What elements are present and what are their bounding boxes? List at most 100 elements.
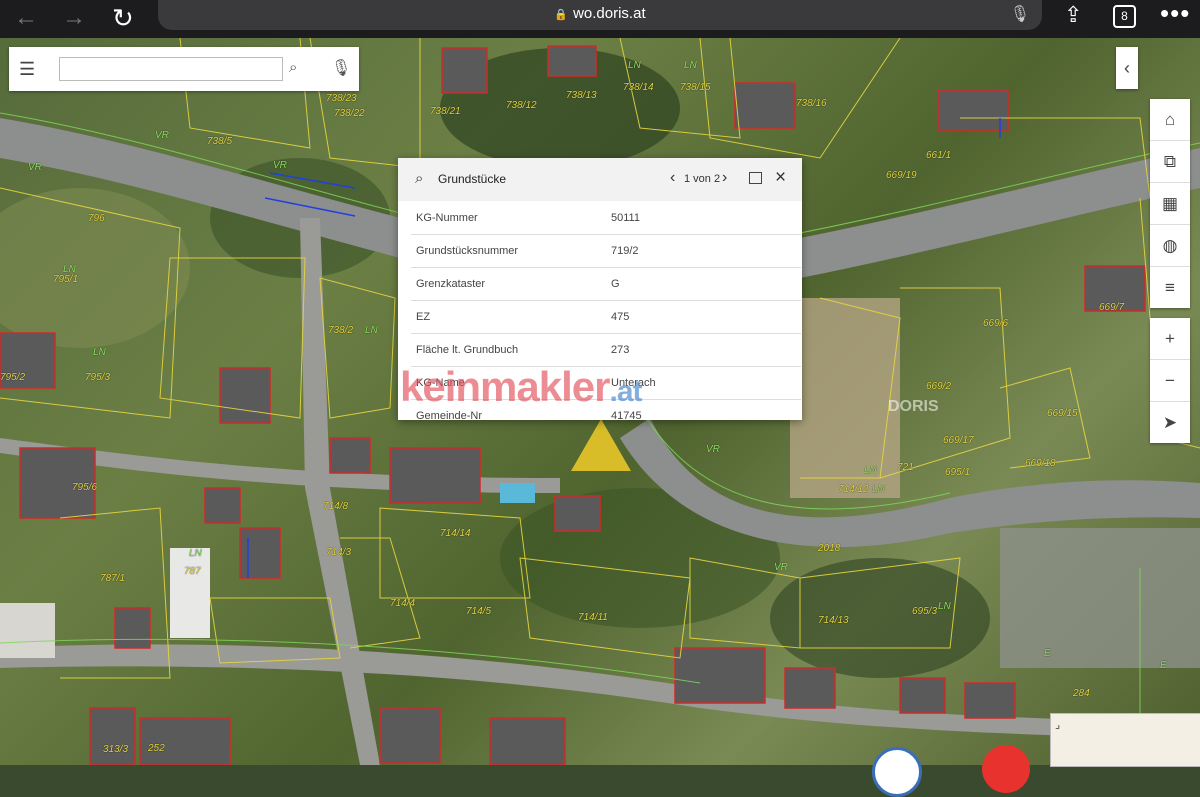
popup-pointer [571, 419, 631, 471]
search-icon: ⌕ [415, 170, 424, 187]
action-button[interactable] [982, 745, 1030, 793]
hamburger-icon[interactable]: ☰ [19, 59, 35, 80]
attribute-key: Grenzkataster [416, 278, 486, 290]
parcel-label: 787/1 [100, 573, 126, 584]
arrow-right-icon[interactable]: → [62, 4, 86, 32]
landuse-label: LN [365, 325, 378, 336]
landuse-label: LN [63, 264, 76, 275]
chevron-left-icon[interactable]: ‹ [1116, 47, 1138, 89]
microphone-icon[interactable]: 🎙 [1010, 4, 1030, 24]
plus-icon[interactable]: + [1150, 318, 1190, 360]
watermark-tld: .at [609, 375, 642, 408]
list-icon[interactable]: ≡ [1150, 267, 1190, 308]
landuse-label: LN [628, 60, 641, 71]
parcel-label: 252 [148, 743, 165, 754]
landuse-label: LN [93, 347, 106, 358]
url-text: wo.doris.at [573, 5, 646, 22]
share-icon[interactable]: ⇪ [1064, 2, 1082, 28]
parcel-label: 721 [897, 462, 914, 473]
overview-map[interactable] [1050, 713, 1200, 767]
parcel-label: 714/12 [838, 484, 869, 495]
overview-toggle-icon[interactable]: ⌟ [1055, 718, 1060, 731]
parcel-label: 738/13 [566, 90, 597, 101]
landuse-label: E [1044, 648, 1051, 659]
microphone-icon[interactable]: 🎙 [331, 58, 351, 78]
attribute-key: KG-Nummer [416, 212, 478, 224]
attribute-key: Grundstücksnummer [416, 245, 519, 257]
parcel-label: 669/18 [1025, 458, 1056, 469]
attribute-value: 41745 [611, 410, 642, 420]
parcel-label: 738/15 [680, 82, 711, 93]
watermark: keinmakler.at [400, 363, 643, 411]
parcel-label: 714/3 [326, 547, 352, 558]
attribute-value: 273 [611, 344, 630, 356]
parcel-label: 796 [88, 213, 105, 224]
parcel-label: 738/2 [328, 325, 354, 336]
watermark-brand: keinmakler [400, 363, 610, 410]
popup-header: ⌕ Grundstücke ‹ 1 von 2 › × [398, 158, 802, 201]
chevron-left-icon[interactable]: ‹ [670, 169, 675, 187]
parcel-label: 669/7 [1099, 302, 1125, 313]
parcel-label: 669/6 [983, 318, 1009, 329]
parcel-label: 714/5 [466, 606, 492, 617]
parcel-label: 669/15 [1047, 408, 1078, 419]
landuse-label: VR [273, 160, 287, 171]
parcel-label: 795/1 [53, 274, 79, 285]
parcel-label: 787 [184, 566, 201, 577]
basemap-icon[interactable]: ▦ [1150, 183, 1190, 225]
parcel-label: 714/13 [818, 615, 849, 626]
pager: 1 von 2 [684, 173, 721, 185]
search-icon[interactable]: ⌕ [289, 59, 297, 76]
parcel-label: 284 [1073, 688, 1090, 699]
landuse-label: LN [864, 465, 877, 476]
parcel-label: 795/6 [72, 482, 98, 493]
reload-icon[interactable]: ↻ [112, 4, 134, 32]
landuse-label: E [1160, 660, 1167, 671]
parcel-label: 738/16 [796, 98, 827, 109]
more-icon[interactable]: ••• [1160, 0, 1190, 29]
globe-icon[interactable]: ◍ [1150, 225, 1190, 267]
attribute-key: EZ [416, 311, 431, 323]
tabs-button[interactable]: 8 [1113, 5, 1136, 28]
tag-icon[interactable]: ⌂ [1150, 99, 1190, 141]
parcel-label: 738/14 [623, 82, 654, 93]
expand-icon[interactable] [749, 172, 762, 184]
attribute-value: G [611, 278, 620, 290]
browser-toolbar: ← → ↻ 🔒 wo.doris.at 🎙 ⇪ 8 ••• [0, 0, 1200, 38]
table-row: Grundstücksnummer 719/2 [411, 235, 801, 268]
parcel-label: 738/5 [207, 136, 233, 147]
layers-icon[interactable]: ⧉ [1150, 141, 1190, 183]
popup-title: Grundstücke [438, 172, 507, 186]
parcel-label: 738/12 [506, 100, 537, 111]
attribute-key: Gemeinde-Nr [416, 410, 483, 420]
search-input[interactable] [59, 57, 283, 81]
search-panel: ☰ ⌕ 🎙 [9, 47, 359, 91]
parcel-label: 795/2 [0, 372, 26, 383]
minus-icon[interactable]: − [1150, 360, 1190, 402]
parcel-label: 795/3 [85, 372, 111, 383]
parcel-label: 669/17 [943, 435, 974, 446]
zoom-controls: + − ➤ [1150, 318, 1190, 443]
attribute-value: 719/2 [611, 245, 639, 257]
parcel-label: 714/8 [323, 501, 349, 512]
landuse-label: VR [706, 444, 720, 455]
parcel-label: 313/3 [103, 744, 129, 755]
parcel-label: 661/1 [926, 150, 952, 161]
parcel-label: 714/11 [578, 612, 608, 623]
landuse-label: LN [872, 484, 885, 495]
parcel-label: 714/14 [440, 528, 471, 539]
parcel-label: 695/3 [912, 606, 938, 617]
table-row: KG-Nummer 50111 [411, 202, 801, 235]
parcel-label: 714/4 [390, 598, 416, 609]
attribute-key: Fläche lt. Grundbuch [416, 344, 519, 356]
table-row: Grenzkataster G [411, 268, 801, 301]
close-icon[interactable]: × [775, 167, 786, 189]
compass-icon[interactable]: ➤ [1150, 402, 1190, 443]
address-bar[interactable]: 🔒 wo.doris.at 🎙 [158, 0, 1042, 30]
attribute-value: 50111 [611, 212, 640, 224]
landuse-label: VR [774, 562, 788, 573]
arrow-left-icon[interactable]: ← [14, 4, 38, 32]
parcel-label: 669/19 [886, 170, 917, 181]
location-button[interactable] [872, 747, 922, 797]
chevron-right-icon[interactable]: › [722, 169, 727, 187]
